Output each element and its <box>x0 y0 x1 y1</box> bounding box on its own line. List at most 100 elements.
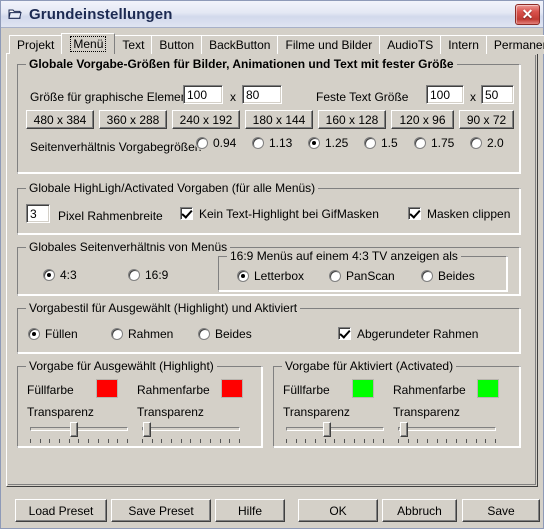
tab-page-menu: Globale Vorgabe-Größen für Bilder, Anima… <box>6 53 538 487</box>
label-highlight-fill-transparency: Transparenz <box>27 405 94 419</box>
slider-thumb[interactable] <box>399 422 408 437</box>
style-rahmen-radio[interactable]: Rahmen <box>111 328 173 340</box>
save-preset-button[interactable]: Save Preset <box>111 499 211 522</box>
label-activated-fill-transparency: Transparenz <box>283 405 350 419</box>
radio-dot-icon <box>111 328 123 340</box>
radio-dot-icon <box>43 269 55 281</box>
tv-option-label: PanScan <box>346 269 395 283</box>
highlight-border-transparency-slider[interactable] <box>142 422 240 444</box>
preset-180x144-button[interactable]: 180 x 144 <box>245 110 313 129</box>
ratio-1-25-radio[interactable]: 1.25 <box>308 137 348 149</box>
tab-menu[interactable]: Menü <box>61 33 116 54</box>
aspect-label: 16:9 <box>145 268 169 282</box>
tab-label: AudioTS <box>387 38 434 52</box>
tab-label: Filme und Bilder <box>285 38 373 52</box>
folder-icon <box>7 6 23 22</box>
slider-thumb[interactable] <box>142 422 151 437</box>
ratio-1-5-radio[interactable]: 1.5 <box>364 137 398 149</box>
activated-fill-transparency-slider[interactable] <box>286 422 384 444</box>
slider-ticks <box>30 439 128 444</box>
graphic-width-input[interactable]: 100 <box>183 85 223 104</box>
highlight-border-color-swatch[interactable] <box>221 379 243 398</box>
clip-masks-checkbox[interactable]: Masken clippen <box>408 207 510 220</box>
tab-audiots[interactable]: AudioTS <box>379 35 442 54</box>
style-beides-radio[interactable]: Beides <box>198 328 252 340</box>
preset-90x72-button[interactable]: 90 x 72 <box>459 110 514 129</box>
checkbox-label: Masken clippen <box>427 206 511 221</box>
radio-dot-icon <box>364 137 376 149</box>
no-text-highlight-checkbox[interactable]: Kein Text-Highlight bei GifMasken <box>180 207 379 220</box>
label-highlight-border-color: Rahmenfarbe <box>137 383 210 397</box>
tab-label: Button <box>159 38 195 52</box>
tab-projekt[interactable]: Projekt <box>9 35 63 54</box>
pixel-border-width-input[interactable]: 3 <box>26 204 50 223</box>
activated-border-color-swatch[interactable] <box>477 379 499 398</box>
highlight-fill-color-swatch[interactable] <box>96 379 118 398</box>
window-title: Grundeinstellungen <box>29 5 173 23</box>
label-activated-border-color: Rahmenfarbe <box>393 383 466 397</box>
label-highlight-border-transparency: Transparenz <box>137 405 204 419</box>
cancel-button[interactable]: Abbruch <box>382 499 457 522</box>
ratio-label: 2.0 <box>487 136 504 150</box>
ratio-1-13-radio[interactable]: 1.13 <box>252 137 292 149</box>
tab-label: Text <box>122 38 145 52</box>
highlight-fill-transparency-slider[interactable] <box>30 422 128 444</box>
radio-dot-icon <box>421 270 433 282</box>
title-bar[interactable]: Grundeinstellungen ✕ <box>1 1 543 28</box>
slider-thumb[interactable] <box>70 422 79 437</box>
tab-button[interactable]: Button <box>151 35 203 54</box>
slider-thumb[interactable] <box>323 422 332 437</box>
radio-dot-icon <box>196 137 208 149</box>
tv-panscan-radio[interactable]: PanScan <box>329 270 395 282</box>
aspect-16-9-radio[interactable]: 16:9 <box>128 269 168 281</box>
group-menu-aspect-ratio-legend: Globales Seitenverhältnis von Menüs <box>26 240 231 254</box>
save-button[interactable]: Save <box>462 499 540 522</box>
radio-dot-icon <box>414 137 426 149</box>
style-fuellen-radio[interactable]: Füllen <box>28 328 78 340</box>
ok-button[interactable]: OK <box>298 499 378 522</box>
graphic-height-input[interactable]: 80 <box>242 85 282 104</box>
slider-track <box>142 427 240 431</box>
slider-track <box>286 427 384 431</box>
activated-fill-color-swatch[interactable] <box>352 379 374 398</box>
tab-intern[interactable]: Intern <box>440 35 487 54</box>
ratio-2-0-radio[interactable]: 2.0 <box>470 137 504 149</box>
tab-filme-und-bilder[interactable]: Filme und Bilder <box>277 35 381 54</box>
style-label: Beides <box>215 327 252 341</box>
group-16-9-on-4-3-tv-legend: 16:9 Menüs auf einem 4:3 TV anzeigen als <box>227 249 461 263</box>
label-pixel-border-width: Pixel Rahmenbreite <box>58 209 163 223</box>
close-button[interactable]: ✕ <box>515 3 540 25</box>
ratio-1-75-radio[interactable]: 1.75 <box>414 137 454 149</box>
tv-option-label: Letterbox <box>254 269 305 283</box>
tab-text[interactable]: Text <box>114 35 153 54</box>
tab-backbutton[interactable]: BackButton <box>201 35 279 54</box>
tab-label: Menü <box>70 36 107 52</box>
group-16-9-on-4-3-tv: 16:9 Menüs auf einem 4:3 TV anzeigen als… <box>218 249 508 292</box>
aspect-4-3-radio[interactable]: 4:3 <box>43 269 77 281</box>
load-preset-button[interactable]: Load Preset <box>15 499 107 522</box>
group-highlight-colors-legend: Vorgabe für Ausgewählt (Highlight) <box>26 359 217 373</box>
checkbox-label: Kein Text-Highlight bei GifMasken <box>199 206 379 221</box>
text-width-input[interactable]: 100 <box>426 85 464 104</box>
group-default-style-legend: Vorgabestil für Ausgewählt (Highlight) u… <box>26 301 301 315</box>
preset-480x384-button[interactable]: 480 x 384 <box>26 110 94 129</box>
help-button[interactable]: Hilfe <box>215 499 285 522</box>
rounded-border-checkbox[interactable]: Abgerundeter Rahmen <box>338 327 478 340</box>
text-size-separator: x <box>470 90 476 104</box>
checkmark-icon <box>408 207 421 220</box>
slider-ticks <box>142 439 240 444</box>
tab-label: BackButton <box>209 38 271 52</box>
activated-border-transparency-slider[interactable] <box>398 422 496 444</box>
tab-permanent[interactable]: Permanent <box>485 35 544 54</box>
tab-strip: Projekt Menü Text Button BackButton Film… <box>6 33 544 54</box>
preset-240x192-button[interactable]: 240 x 192 <box>172 110 240 129</box>
preset-160x128-button[interactable]: 160 x 128 <box>318 110 386 129</box>
tv-beides-radio[interactable]: Beides <box>421 270 475 282</box>
radio-dot-icon <box>198 328 210 340</box>
preset-360x288-button[interactable]: 360 x 288 <box>99 110 167 129</box>
tv-letterbox-radio[interactable]: Letterbox <box>237 270 304 282</box>
preset-120x96-button[interactable]: 120 x 96 <box>391 110 454 129</box>
text-height-input[interactable]: 50 <box>481 85 514 104</box>
ratio-0-94-radio[interactable]: 0.94 <box>196 137 236 149</box>
group-activated-colors-legend: Vorgabe für Aktiviert (Activated) <box>282 359 457 373</box>
